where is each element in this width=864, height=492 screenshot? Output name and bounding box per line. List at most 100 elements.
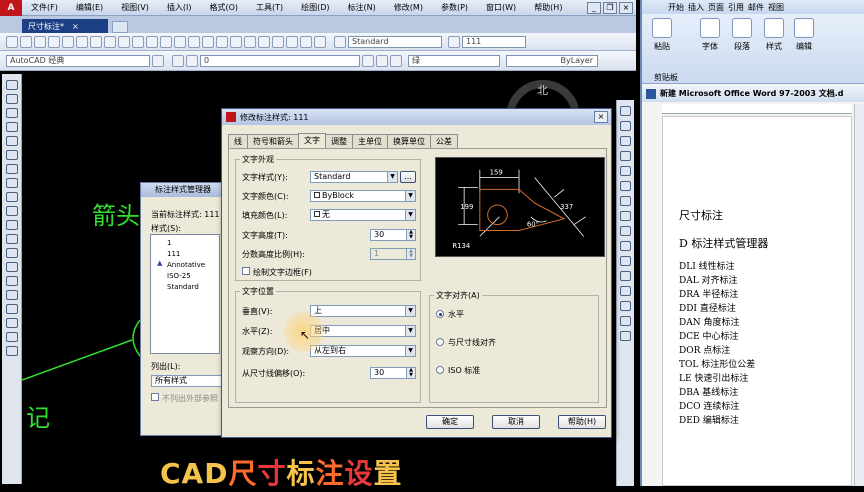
menu-tools[interactable]: 工具(T) <box>247 2 292 13</box>
markup-icon[interactable] <box>286 35 298 48</box>
gradient-icon[interactable] <box>5 290 18 300</box>
spline-icon[interactable] <box>5 192 18 202</box>
list-item[interactable]: 1 <box>151 238 219 249</box>
workspace-combo[interactable]: AutoCAD 经典 <box>6 54 150 67</box>
text-style-select[interactable]: Standard ▼ <box>310 171 398 183</box>
editing-icon[interactable] <box>794 18 814 38</box>
cloud-icon[interactable] <box>5 178 18 188</box>
horizontal-select[interactable]: 居中▼ <box>310 325 416 337</box>
view-direction-select[interactable]: 从左到右 ▼ <box>310 345 416 357</box>
tab-text[interactable]: 文字 <box>298 133 326 148</box>
tab-fit[interactable]: 调整 <box>325 134 353 148</box>
zoom-icon[interactable] <box>188 35 200 48</box>
mirror-icon[interactable] <box>620 136 631 146</box>
tab-tolerances[interactable]: 公差 <box>430 134 458 148</box>
zoom-prev-icon[interactable] <box>216 35 228 48</box>
dialog-close-icon[interactable]: × <box>594 111 608 123</box>
text-style-browse-button[interactable]: ... <box>400 171 416 183</box>
styles-group[interactable]: 样式 <box>764 18 784 52</box>
make-block-icon[interactable] <box>5 248 18 258</box>
paragraph-group[interactable]: 段落 <box>732 18 752 52</box>
text-style-combo[interactable]: Standard <box>348 35 442 48</box>
help-button[interactable]: 帮助(H) <box>558 415 606 429</box>
paste-icon[interactable] <box>652 18 672 38</box>
offset-spinner[interactable]: 30 ▲ ▼ <box>370 367 416 379</box>
layer-iso-icon[interactable] <box>390 54 402 67</box>
align-dimline-radio[interactable] <box>436 338 444 346</box>
fillet-icon[interactable] <box>620 316 631 326</box>
copy-object-icon[interactable] <box>620 121 631 131</box>
ribbon-tab-view[interactable]: 视图 <box>768 2 784 13</box>
list-item[interactable]: Standard <box>151 282 219 293</box>
save-icon[interactable] <box>34 35 46 48</box>
word-vertical-scrollbar[interactable] <box>854 104 864 486</box>
point-icon[interactable] <box>5 262 18 272</box>
manager-list-select[interactable]: 所有样式 <box>151 375 223 387</box>
lightbulb-icon[interactable] <box>186 54 198 67</box>
doc-tab-close-icon[interactable]: × <box>72 22 79 31</box>
erase-icon[interactable] <box>620 106 631 116</box>
menu-format[interactable]: 格式(O) <box>200 2 247 13</box>
publish-icon[interactable] <box>76 35 88 48</box>
minimize-icon[interactable]: _ <box>587 1 601 14</box>
polygon-icon[interactable] <box>5 122 18 132</box>
vertical-select[interactable]: 上 ▼ <box>310 305 416 317</box>
rotate-icon[interactable] <box>620 196 631 206</box>
array-icon[interactable] <box>620 166 631 176</box>
manager-style-list[interactable]: 1 111 Annotative ISO-25 Standard <box>150 234 220 354</box>
close-icon[interactable]: × <box>619 1 633 14</box>
word-page[interactable]: 尺寸标注 D 标注样式管理器 DLI 线性标注 DAL 对齐标注 DRA 半径标… <box>662 116 852 486</box>
styles-icon[interactable] <box>764 18 784 38</box>
move-icon[interactable] <box>620 181 631 191</box>
arc-icon[interactable] <box>5 150 18 160</box>
spin-arrows-icon[interactable]: ▲ ▼ <box>406 368 415 378</box>
layer-prev-icon[interactable] <box>362 54 374 67</box>
ribbon-tab-insert[interactable]: 插入 <box>688 2 704 13</box>
ellipse-arc-icon[interactable] <box>5 220 18 230</box>
polyline-icon[interactable] <box>5 108 18 118</box>
new-tab-button[interactable] <box>112 21 128 33</box>
menu-window[interactable]: 窗口(W) <box>477 2 525 13</box>
copy-icon[interactable] <box>104 35 116 48</box>
preview-icon[interactable] <box>62 35 74 48</box>
menu-parameter[interactable]: 参数(P) <box>432 2 477 13</box>
manager-no-xref-checkbox[interactable] <box>151 393 159 401</box>
tab-primary-units[interactable]: 主单位 <box>352 134 388 148</box>
ribbon-tab-layout[interactable]: 页面 <box>708 2 724 13</box>
menu-dimension[interactable]: 标注(N) <box>339 2 385 13</box>
spin-arrows-icon[interactable]: ▲ ▼ <box>406 230 415 240</box>
menu-help[interactable]: 帮助(H) <box>525 2 571 13</box>
menu-insert[interactable]: 插入(I) <box>158 2 201 13</box>
font-icon[interactable] <box>700 18 720 38</box>
break-icon[interactable] <box>620 271 631 281</box>
menu-file[interactable]: 文件(F) <box>22 2 67 13</box>
color-combo[interactable]: 绿 <box>408 54 500 67</box>
tool-palette-icon[interactable] <box>258 35 270 48</box>
autocad-logo-icon[interactable]: A <box>0 0 22 16</box>
doc-tab-active[interactable]: 尺寸标注* × <box>22 19 108 33</box>
join-icon[interactable] <box>620 286 631 296</box>
rectangle-icon[interactable] <box>5 136 18 146</box>
layer-combo[interactable]: 0 <box>200 54 360 67</box>
restore-icon[interactable]: ❐ <box>603 1 617 14</box>
help-icon[interactable] <box>314 35 326 48</box>
text-color-select[interactable]: ByBlock ▼ <box>310 190 416 202</box>
word-ruler[interactable] <box>662 104 852 114</box>
hatch-icon[interactable] <box>5 276 18 286</box>
linetype-combo[interactable]: ByLayer <box>506 54 598 67</box>
menu-edit[interactable]: 编辑(E) <box>67 2 112 13</box>
offset-icon[interactable] <box>620 151 631 161</box>
align-iso-radio[interactable] <box>436 366 444 374</box>
calc-icon[interactable] <box>300 35 312 48</box>
region-icon[interactable] <box>5 304 18 314</box>
add-icon[interactable] <box>5 346 18 356</box>
layer-manager-icon[interactable] <box>172 54 184 67</box>
ribbon-tab-home[interactable]: 开始 <box>668 2 684 13</box>
cut-icon[interactable] <box>90 35 102 48</box>
sheet-set-icon[interactable] <box>272 35 284 48</box>
draw-frame-checkbox[interactable] <box>242 267 250 275</box>
design-center-icon[interactable] <box>244 35 256 48</box>
match-icon[interactable] <box>132 35 144 48</box>
new-icon[interactable] <box>6 35 18 48</box>
chamfer-icon[interactable] <box>620 301 631 311</box>
